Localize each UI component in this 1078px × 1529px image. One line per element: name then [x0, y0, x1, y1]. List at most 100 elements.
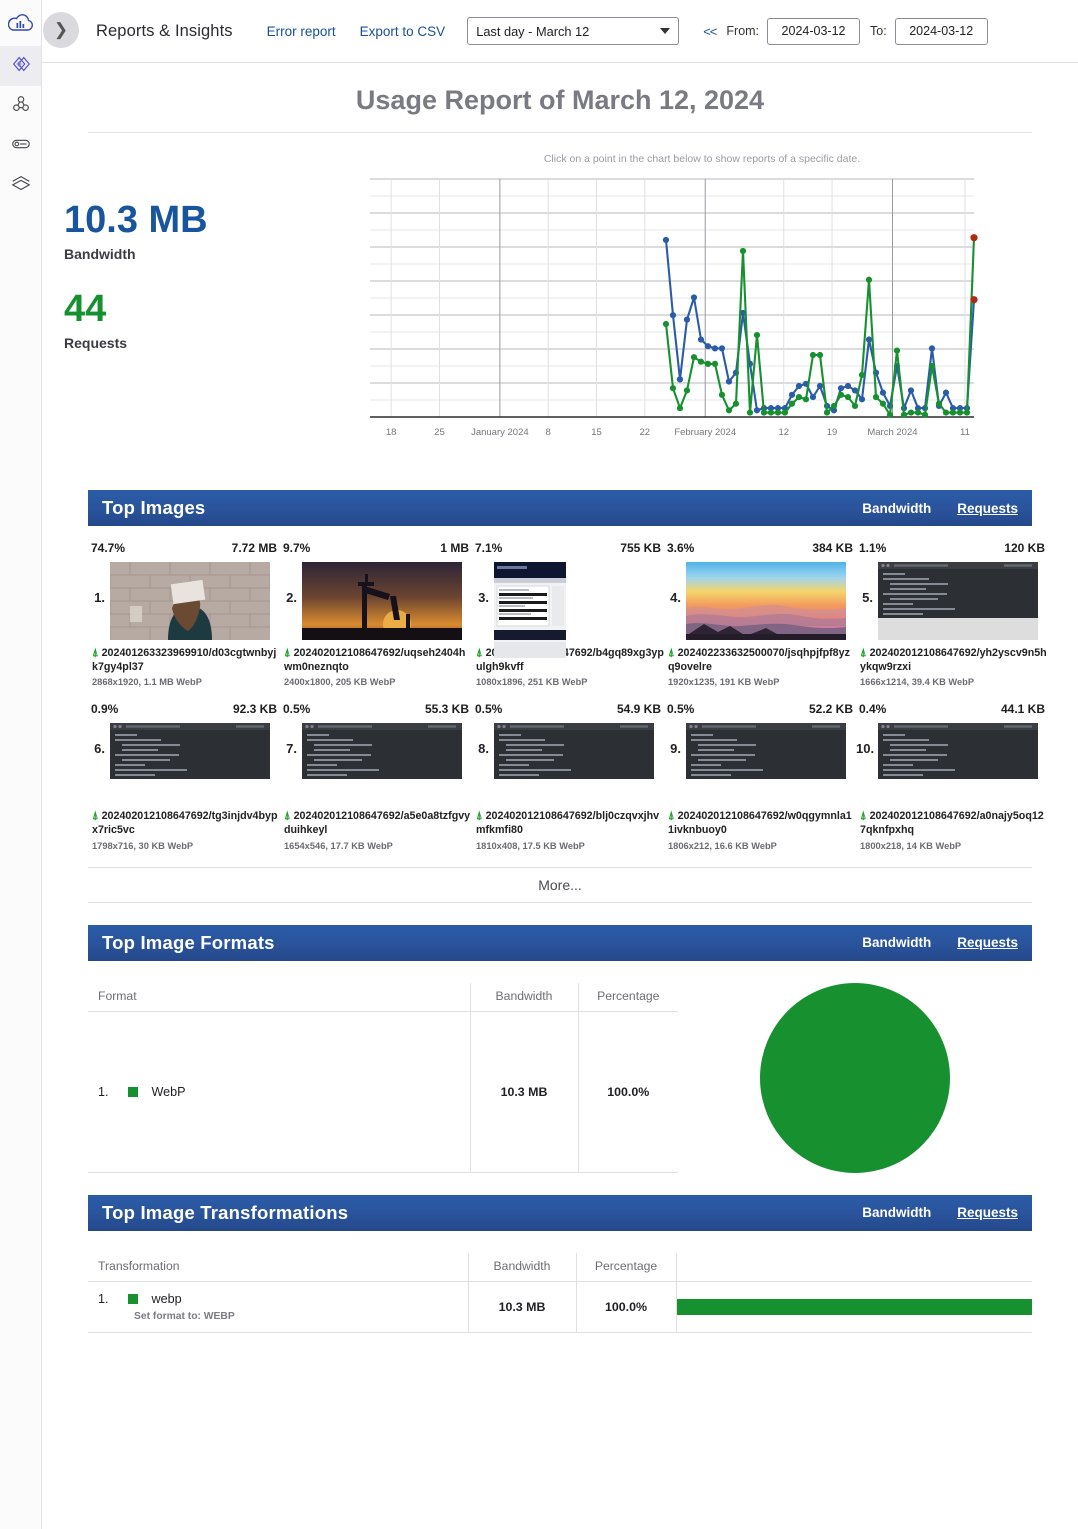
- top-image-card[interactable]: 7.1% 755 KB 3. ⍋ 202402012108647692/b4gq…: [472, 526, 664, 687]
- chart-point[interactable]: [886, 411, 894, 418]
- chart-point[interactable]: [879, 400, 887, 407]
- chart-point[interactable]: [928, 345, 936, 352]
- chart-point[interactable]: [816, 382, 824, 390]
- download-icon[interactable]: ⍋: [92, 810, 99, 822]
- chart-point[interactable]: [697, 358, 705, 365]
- chart-point[interactable]: [914, 409, 922, 416]
- chart-point[interactable]: [963, 409, 971, 416]
- chart-point[interactable]: [676, 405, 684, 412]
- top-transformations-requests-tab[interactable]: Requests: [957, 1205, 1018, 1220]
- chart-point[interactable]: [704, 360, 712, 367]
- download-icon[interactable]: ⍋: [92, 647, 99, 659]
- chart-point[interactable]: [844, 393, 852, 401]
- top-image-thumbnail[interactable]: [494, 562, 566, 658]
- top-images-more-button[interactable]: More...: [88, 866, 1032, 903]
- chart-point[interactable]: [942, 389, 950, 396]
- chart-point[interactable]: [837, 391, 845, 398]
- chart-point[interactable]: [781, 409, 789, 416]
- download-icon[interactable]: ⍋: [668, 647, 675, 659]
- chart-point[interactable]: [718, 345, 726, 352]
- download-icon[interactable]: ⍋: [476, 810, 483, 822]
- chart-point[interactable]: [935, 400, 943, 407]
- chart-point[interactable]: [795, 393, 803, 401]
- top-image-card[interactable]: 1.1% 120 KB 5. ⍋ 202402012108647692/yh2y…: [856, 526, 1048, 687]
- chart-point[interactable]: [711, 345, 719, 352]
- chart-point[interactable]: [774, 409, 782, 416]
- download-icon[interactable]: ⍋: [476, 647, 483, 659]
- chart-point[interactable]: [676, 376, 684, 383]
- top-image-card[interactable]: 0.5% 54.9 KB 8. ⍋ 202402012108647692/blj…: [472, 687, 664, 850]
- sidebar-item-media-library[interactable]: [0, 46, 41, 86]
- chart-point[interactable]: [683, 316, 691, 323]
- table-row[interactable]: 1. webp Set format to: WEBP 10.3 MB 100.…: [88, 1281, 1032, 1333]
- top-image-name[interactable]: ⍋ 202402012108647692/blj0czqvxjhvmfkmfi80: [476, 809, 664, 837]
- top-image-thumbnail[interactable]: [110, 562, 270, 640]
- date-range-select[interactable]: Last day - March 12: [467, 17, 680, 45]
- download-icon[interactable]: ⍋: [860, 810, 867, 822]
- top-transformations-bandwidth-tab[interactable]: Bandwidth: [862, 1205, 931, 1220]
- chart-point[interactable]: [788, 400, 796, 407]
- top-image-name[interactable]: ⍋ 202402012108647692/a5e0a8tzfgvyduihkeyl: [284, 809, 472, 837]
- chart-point[interactable]: [956, 409, 964, 416]
- chart-point[interactable]: [725, 378, 733, 385]
- top-formats-requests-tab[interactable]: Requests: [957, 935, 1018, 950]
- chart-point[interactable]: [837, 385, 845, 392]
- chart-point[interactable]: [746, 409, 754, 416]
- top-image-name[interactable]: ⍋ 202402233632500070/jsqhpjfpf8yzq9ovelre: [668, 646, 856, 674]
- error-report-link[interactable]: Error report: [267, 24, 336, 39]
- download-icon[interactable]: ⍋: [284, 647, 291, 659]
- chart-point[interactable]: [858, 396, 866, 403]
- top-image-name[interactable]: ⍋ 202402012108647692/w0qgymnla11ivknbuoy0: [668, 809, 856, 837]
- top-image-name[interactable]: ⍋ 202402012108647692/a0najy5oq127qknfpxhq: [860, 809, 1048, 837]
- top-image-card[interactable]: 0.4% 44.1 KB 10. ⍋ 202402012108647692/a0…: [856, 687, 1048, 850]
- chart-point[interactable]: [753, 332, 761, 339]
- top-formats-bandwidth-tab[interactable]: Bandwidth: [862, 935, 931, 950]
- chart-point[interactable]: [858, 371, 866, 379]
- chart-point[interactable]: [697, 336, 705, 343]
- chart-point[interactable]: [865, 276, 873, 283]
- chart-point[interactable]: [802, 396, 810, 403]
- chart-point[interactable]: [683, 387, 691, 394]
- top-image-card[interactable]: 0.9% 92.3 KB 6. ⍋ 202402012108647692/tg3…: [88, 687, 280, 850]
- top-image-thumbnail[interactable]: [110, 723, 270, 780]
- chart-point[interactable]: [851, 402, 859, 410]
- usage-chart[interactable]: 18 25 January 2024 8 15 22 February 2024 12 19 Ma…: [362, 169, 1042, 454]
- download-icon[interactable]: ⍋: [284, 810, 291, 822]
- chart-point[interactable]: [816, 351, 824, 359]
- chart-point[interactable]: [662, 320, 670, 328]
- top-images-bandwidth-tab[interactable]: Bandwidth: [862, 501, 931, 516]
- top-image-name[interactable]: ⍋ 202401263323969910/d03cgtwnbyjk7gy4pl37: [92, 646, 280, 674]
- top-image-thumbnail[interactable]: [686, 723, 846, 780]
- top-image-thumbnail[interactable]: [494, 723, 654, 780]
- top-image-thumbnail[interactable]: [302, 562, 462, 640]
- chart-point[interactable]: [823, 409, 831, 416]
- chart-point[interactable]: [942, 409, 950, 416]
- sidebar-item-reports[interactable]: [0, 166, 41, 206]
- usage-line-chart[interactable]: 18 25 January 2024 8 15 22 February 2024 12 19 Ma…: [362, 169, 982, 449]
- chart-point[interactable]: [795, 382, 803, 390]
- chart-point[interactable]: [844, 382, 852, 390]
- chart-point[interactable]: [921, 411, 929, 418]
- chart-point[interactable]: [662, 236, 670, 244]
- top-image-card[interactable]: 9.7% 1 MB 2. ⍋ 202402012108647692/uqseh2…: [280, 526, 472, 687]
- to-date-input[interactable]: 2024-03-12: [894, 17, 988, 45]
- cloudinary-cloud-logo[interactable]: [0, 0, 41, 46]
- sidebar-item-storage[interactable]: [0, 126, 41, 166]
- chart-point[interactable]: [753, 407, 761, 414]
- chart-point-selected[interactable]: [970, 296, 978, 304]
- export-to-csv-link[interactable]: Export to CSV: [360, 24, 446, 39]
- sidebar-item-transformations[interactable]: [0, 86, 41, 126]
- chart-point[interactable]: [928, 362, 936, 370]
- previous-range-button[interactable]: <<: [703, 24, 717, 39]
- chart-point[interactable]: [732, 400, 740, 407]
- chart-point[interactable]: [830, 402, 838, 410]
- top-image-card[interactable]: 74.7% 7.72 MB 1. ⍋ 202401263323969910/d0…: [88, 526, 280, 687]
- top-image-card[interactable]: 3.6% 384 KB 4. ⍋ 202402233632500070/jsqh…: [664, 526, 856, 687]
- top-image-thumbnail[interactable]: [302, 723, 462, 780]
- chart-point[interactable]: [809, 393, 817, 401]
- chart-point[interactable]: [865, 336, 873, 343]
- chart-point[interactable]: [907, 409, 915, 416]
- chart-point[interactable]: [809, 351, 817, 359]
- chart-point[interactable]: [879, 389, 887, 396]
- top-image-card[interactable]: 0.5% 55.3 KB 7. ⍋ 202402012108647692/a5e…: [280, 687, 472, 850]
